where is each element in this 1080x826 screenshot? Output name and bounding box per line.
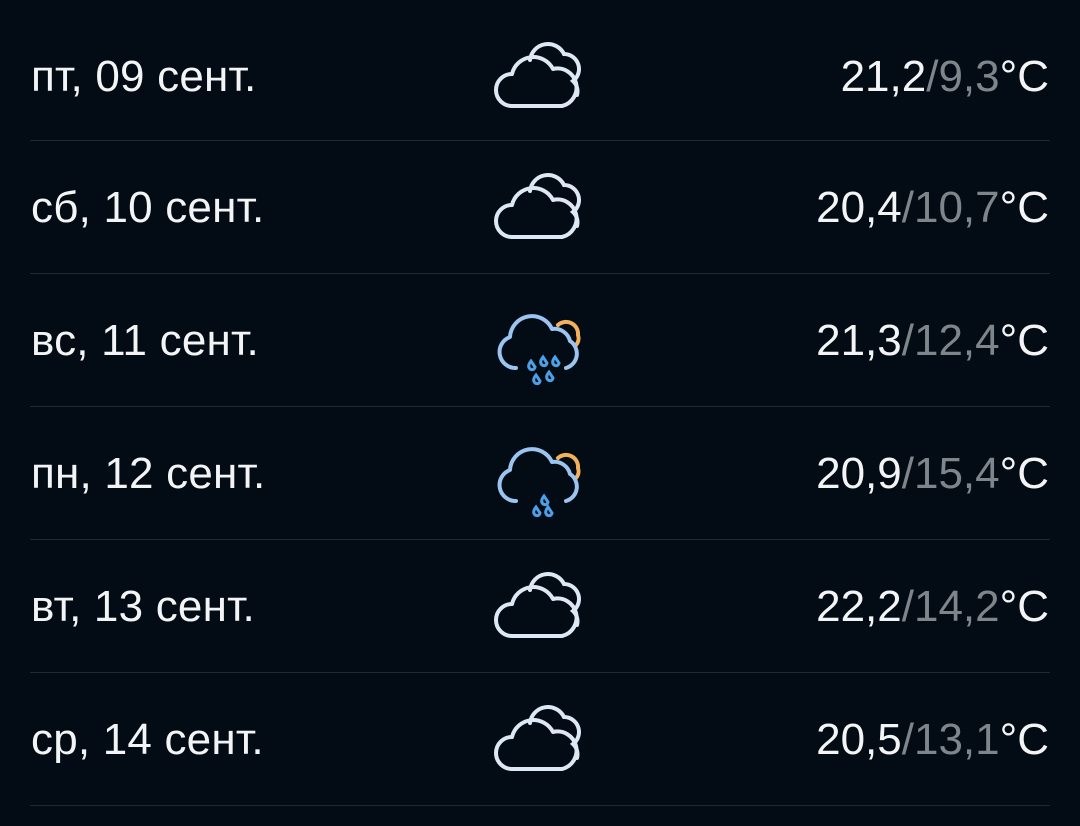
row-divider (30, 805, 1050, 806)
min-temp: 10,7 (913, 182, 1000, 232)
forecast-row[interactable]: сб, 10 сент. 20,4/10,7°C (0, 141, 1080, 274)
min-temp: 13,1 (913, 714, 1000, 764)
temp-unit: °C (999, 315, 1049, 365)
forecast-row[interactable]: вт, 13 сент. 22,2/14,2°C (0, 540, 1080, 673)
max-temp: 21,2 (840, 51, 927, 101)
min-temp: 9,3 (938, 51, 1000, 101)
forecast-temps: 21,2/9,3°C (840, 51, 1049, 101)
temp-separator: / (901, 448, 914, 498)
forecast-temps: 21,3/12,4°C (816, 315, 1049, 365)
max-temp: 20,5 (816, 714, 902, 764)
light-rain-sun-icon (490, 424, 590, 524)
forecast-temps: 22,2/14,2°C (816, 581, 1049, 631)
cloudy-icon (490, 158, 590, 258)
max-temp: 22,2 (816, 581, 902, 631)
forecast-row[interactable]: пн, 12 сент. 20,9/15,4°C (0, 407, 1080, 540)
min-temp: 14,2 (913, 581, 1000, 631)
temp-separator: / (926, 51, 939, 101)
forecast-date: пт, 09 сент. (31, 51, 257, 101)
cloudy-icon (490, 27, 590, 127)
cloudy-icon (490, 690, 590, 790)
temp-unit: °C (999, 51, 1049, 101)
max-temp: 21,3 (816, 315, 902, 365)
temp-separator: / (901, 182, 914, 232)
forecast-row[interactable]: вс, 11 сент. 21,3/12,4°C (0, 274, 1080, 407)
temp-unit: °C (999, 714, 1049, 764)
forecast-list: пт, 09 сент. 21,2/9,3°C сб, 10 сент. 20,… (0, 0, 1080, 826)
forecast-date: вт, 13 сент. (31, 581, 255, 631)
heavy-rain-sun-icon (490, 291, 590, 391)
temp-unit: °C (999, 448, 1049, 498)
min-temp: 15,4 (913, 448, 1000, 498)
forecast-temps: 20,4/10,7°C (816, 182, 1049, 232)
forecast-row[interactable]: ср, 14 сент. 20,5/13,1°C (0, 673, 1080, 806)
temp-unit: °C (999, 581, 1049, 631)
temp-separator: / (901, 714, 914, 764)
forecast-date: пн, 12 сент. (31, 448, 266, 498)
temp-separator: / (901, 581, 914, 631)
forecast-row[interactable]: пт, 09 сент. 21,2/9,3°C (0, 10, 1080, 143)
forecast-temps: 20,9/15,4°C (816, 448, 1049, 498)
cloudy-icon (490, 557, 590, 657)
temp-separator: / (901, 315, 914, 365)
forecast-date: вс, 11 сент. (31, 315, 259, 365)
max-temp: 20,4 (816, 182, 902, 232)
forecast-temps: 20,5/13,1°C (816, 714, 1049, 764)
temp-unit: °C (999, 182, 1049, 232)
forecast-date: сб, 10 сент. (31, 182, 265, 232)
forecast-date: ср, 14 сент. (31, 714, 264, 764)
min-temp: 12,4 (913, 315, 1000, 365)
max-temp: 20,9 (816, 448, 902, 498)
